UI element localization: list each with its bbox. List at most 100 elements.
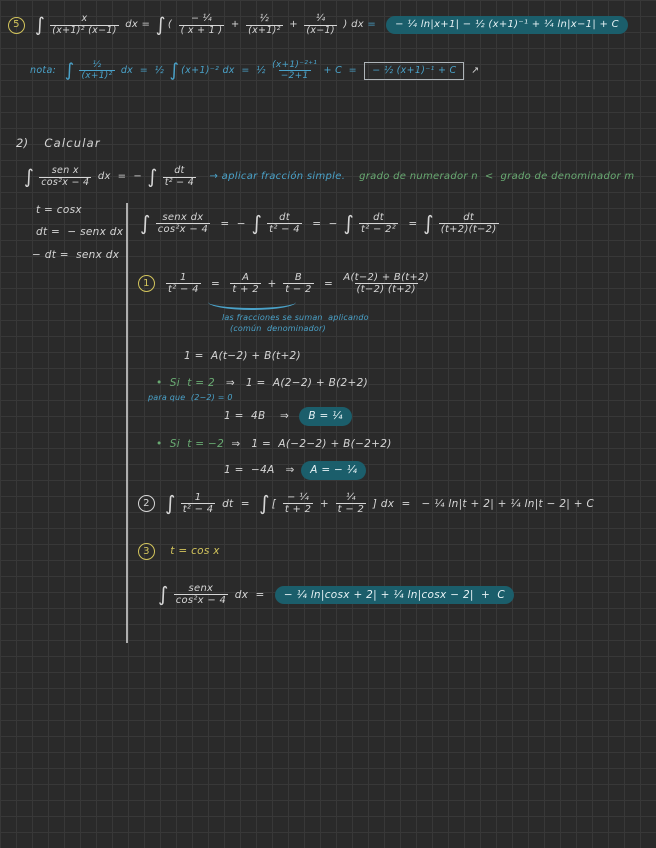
text: nota: bbox=[30, 65, 63, 76]
fraction: ½(x+1)² bbox=[246, 14, 283, 37]
text: = − bbox=[305, 218, 341, 231]
text: A = − ¼ bbox=[310, 464, 357, 477]
text: → aplicar fracción simple. bbox=[199, 171, 345, 183]
problem5-note: nota: ∫½(x+1)² dx = ½ ∫(x+1)⁻² dx = ½ (x… bbox=[30, 60, 479, 82]
fraction: senx dxcos²x − 4 bbox=[156, 212, 210, 236]
text: B = ¼ bbox=[308, 410, 342, 423]
denominator: t² − 4 bbox=[166, 283, 201, 295]
fraction: dtt² − 2² bbox=[359, 212, 398, 236]
final-answer-highlight: − ¼ ln|cosx + 2| + ¼ ln|cosx − 2| + C bbox=[275, 586, 514, 605]
integral-icon: ∫ bbox=[147, 168, 157, 187]
text: = bbox=[204, 278, 228, 291]
integral-icon: ∫ bbox=[343, 214, 354, 234]
integral-icon: ∫ bbox=[24, 168, 34, 187]
denominator: −2+1 bbox=[279, 70, 311, 81]
fraction: A(t−2) + B(t+2)(t−2) (t+2) bbox=[343, 272, 429, 296]
fraction: − ¼( x + 1 ) bbox=[179, 14, 225, 37]
denominator: (x+1)² bbox=[79, 70, 114, 81]
text: [ bbox=[272, 498, 280, 511]
answer-highlight: − ¼ ln|x+1| − ½ (x+1)⁻¹ + ¼ ln|x−1| + C bbox=[386, 16, 628, 34]
step2-integral: 2∫1t² − 4 dt = ∫[ − ¼t + 2 + ¼t − 2 ] dx… bbox=[138, 492, 594, 516]
numerator: ½ bbox=[260, 14, 270, 25]
numerator: ½ bbox=[92, 60, 101, 70]
numerator: dt bbox=[463, 212, 474, 223]
fraction: dtt² − 4 bbox=[267, 212, 302, 236]
numerator: A bbox=[242, 272, 249, 283]
text: grado de numerador n < grado de denomina… bbox=[345, 171, 634, 183]
substitution-t: t = cosx bbox=[36, 204, 82, 217]
denominator: (x+1)² bbox=[246, 25, 283, 37]
case-t-equals-minus-2: • Si t = −2 ⇒ 1 = A(−2−2) + B(−2+2) bbox=[156, 438, 392, 451]
boxed-result: − ½ (x+1)⁻¹ + C bbox=[364, 62, 464, 79]
text: + C = bbox=[320, 65, 360, 76]
substitution-negdt: − dt = senx dx bbox=[32, 249, 119, 262]
denominator: cos²x − 4 bbox=[39, 177, 91, 189]
text: dx = − bbox=[94, 171, 145, 183]
numerator: senx dx bbox=[162, 212, 203, 223]
fraction: 1t² − 4 bbox=[166, 272, 201, 296]
fraction: dt(t+2)(t−2) bbox=[439, 212, 499, 236]
partial-fractions-setup: 11t² − 4 = At + 2 + Bt − 2 = A(t−2) + B(… bbox=[138, 272, 432, 296]
integral-icon: ∫ bbox=[169, 62, 179, 80]
numerator: dt bbox=[279, 212, 290, 223]
text: = bbox=[367, 19, 383, 31]
denominator: t + 2 bbox=[283, 503, 313, 515]
numerator: (x+1)⁻²⁺¹ bbox=[272, 60, 317, 70]
result-B-highlight: B = ¼ bbox=[299, 407, 351, 426]
text: (x+1)⁻² dx = ½ bbox=[181, 65, 269, 76]
result-A: 1 = −4A ⇒ A = − ¼ bbox=[224, 461, 366, 480]
integral-icon: ∫ bbox=[156, 16, 166, 35]
numerator: dt bbox=[373, 212, 384, 223]
text: • Si t = 2 bbox=[156, 377, 226, 390]
denominator: t − 2 bbox=[336, 503, 366, 515]
annotation-fractions-2: (común denominador) bbox=[230, 324, 326, 334]
case-t-equals-2: • Si t = 2 ⇒ 1 = A(2−2) + B(2+2) bbox=[156, 377, 368, 390]
numerator: sen x bbox=[52, 166, 79, 177]
case-note: para que (2−2) = 0 bbox=[148, 393, 233, 403]
integral-icon: ∫ bbox=[158, 585, 169, 605]
numerator: x bbox=[81, 14, 87, 25]
fraction: ¼t − 2 bbox=[336, 492, 366, 516]
numerator: senx bbox=[189, 583, 214, 594]
notebook-page: { "colors": { "ink": "#d6d6d6", "blue": … bbox=[0, 0, 656, 848]
numerator: − ¼ bbox=[287, 492, 309, 503]
text: dt = bbox=[218, 498, 257, 511]
integral-icon: ∫ bbox=[251, 214, 262, 234]
fraction: x(x+1)² (x−1) bbox=[50, 14, 119, 37]
fraction: − ¼t + 2 bbox=[283, 492, 313, 516]
fraction: sen xcos²x − 4 bbox=[39, 166, 91, 189]
fraction: 1t² − 4 bbox=[181, 492, 216, 516]
fraction: senxcos²x − 4 bbox=[174, 583, 228, 607]
text: + bbox=[264, 278, 280, 291]
problem5-equation: 5∫x(x+1)² (x−1) dx = ∫( − ¼( x + 1 ) + ½… bbox=[8, 14, 628, 37]
section2-number: 2) bbox=[16, 137, 28, 151]
text: dx = bbox=[122, 19, 154, 31]
integral-icon: ∫ bbox=[423, 214, 434, 234]
result-B: 1 = 4B ⇒ B = ¼ bbox=[224, 407, 352, 426]
numerator: ¼ bbox=[316, 14, 326, 25]
text: ( bbox=[168, 19, 176, 31]
numerator: − ¼ bbox=[191, 14, 212, 25]
numerator: 1 bbox=[180, 272, 187, 283]
step-number-2: 2 bbox=[138, 495, 155, 512]
section2-header: 2) Calcular bbox=[16, 137, 101, 151]
text: + bbox=[227, 19, 243, 31]
text: = bbox=[401, 218, 421, 231]
text: = bbox=[317, 278, 341, 291]
denominator: cos²x − 4 bbox=[156, 223, 210, 235]
text: • Si t = −2 bbox=[156, 438, 231, 451]
problem-number-5: 5 bbox=[8, 17, 25, 34]
integral-statement: ∫sen xcos²x − 4 dx = − ∫dtt² − 4 → aplic… bbox=[22, 166, 634, 189]
final-answer: ∫senxcos²x − 4 dx = − ¼ ln|cosx + 2| + ¼… bbox=[156, 583, 514, 607]
integral-icon: ∫ bbox=[165, 494, 176, 514]
text: + bbox=[286, 19, 302, 31]
section2-title: Calcular bbox=[44, 137, 100, 151]
result-A-highlight: A = − ¼ bbox=[301, 461, 366, 480]
fraction: At + 2 bbox=[230, 272, 260, 296]
fraction: Bt − 2 bbox=[283, 272, 313, 296]
annotation-fractions-1: las fracciones se suman aplicando bbox=[222, 313, 369, 323]
denominator: t² − 4 bbox=[267, 223, 302, 235]
denominator: t² − 2² bbox=[359, 223, 398, 235]
denominator: cos²x − 4 bbox=[174, 594, 228, 606]
step-number-1: 1 bbox=[138, 275, 155, 292]
